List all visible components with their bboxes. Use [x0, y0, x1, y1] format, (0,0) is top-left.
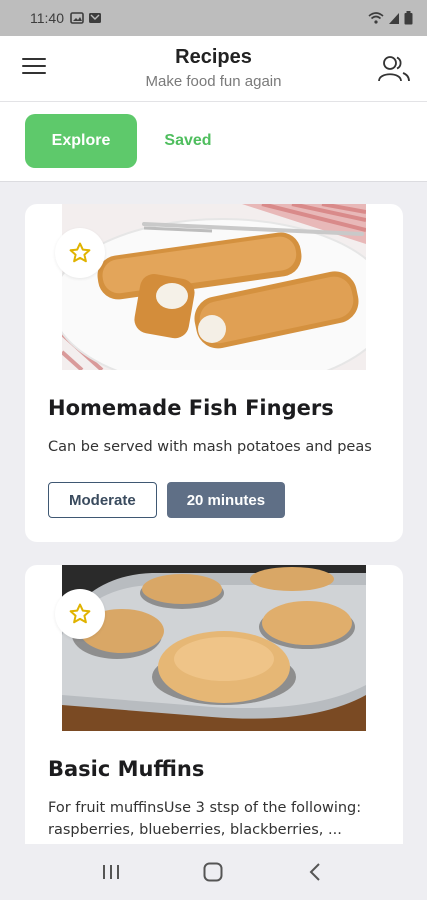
favorite-star-button[interactable]	[55, 589, 105, 639]
recipe-feed[interactable]: Homemade Fish Fingers Can be served with…	[0, 182, 427, 844]
app-header: Recipes Make food fun again	[0, 36, 427, 102]
star-icon	[69, 242, 91, 263]
message-notification-icon	[89, 13, 101, 23]
signal-icon	[389, 13, 399, 24]
recipe-description: For fruit muffinsUse 3 stsp of the follo…	[48, 800, 362, 838]
back-icon[interactable]	[305, 861, 327, 883]
recipe-badges: Moderate 20 minutes	[48, 482, 286, 518]
status-bar: 11:40	[0, 0, 427, 36]
fish-fingers-photo	[62, 204, 366, 370]
system-nav-bar	[0, 844, 427, 900]
favorite-star-button[interactable]	[55, 228, 105, 278]
recipe-title: Basic Muffins	[48, 757, 205, 781]
star-icon	[69, 603, 91, 624]
tab-saved[interactable]: Saved	[155, 114, 221, 168]
recipe-title: Homemade Fish Fingers	[48, 396, 334, 420]
tab-bar: Explore Saved	[0, 102, 427, 182]
recipe-card[interactable]: Homemade Fish Fingers Can be served with…	[25, 204, 403, 542]
tab-explore[interactable]: Explore	[25, 114, 137, 168]
muffins-photo	[62, 565, 366, 731]
time-badge: 20 minutes	[166, 482, 286, 518]
status-time: 11:40	[30, 10, 64, 26]
battery-icon	[404, 11, 413, 25]
page-subtitle: Make food fun again	[145, 73, 282, 90]
wifi-icon	[368, 12, 384, 24]
page-title: Recipes	[175, 46, 252, 68]
notification-icons	[70, 11, 102, 25]
gallery-notification-icon	[70, 12, 84, 24]
recipe-description: Can be served with mash potatoes and pea…	[48, 439, 372, 455]
recent-apps-icon[interactable]	[100, 862, 122, 882]
difficulty-badge: Moderate	[48, 482, 157, 518]
system-icons	[368, 11, 413, 25]
recipe-card[interactable]: Basic Muffins For fruit muffinsUse 3 sts…	[25, 565, 403, 844]
users-icon[interactable]	[377, 52, 411, 86]
home-icon[interactable]	[202, 861, 224, 883]
